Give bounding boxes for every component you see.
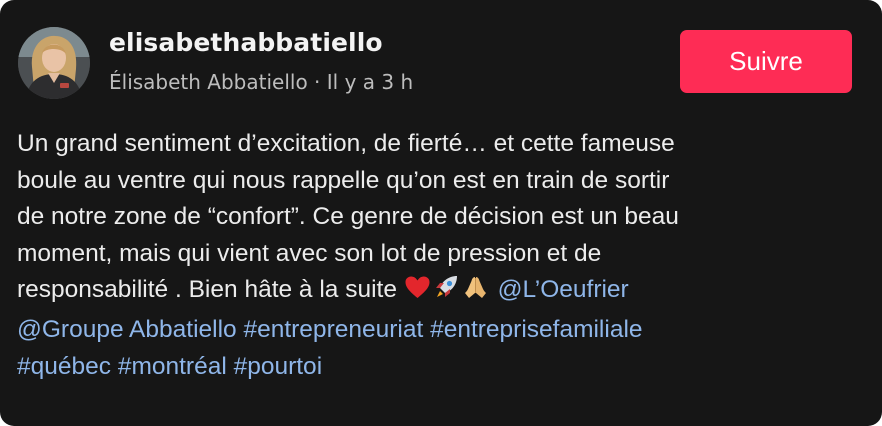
hashtag-link[interactable]: #pourtoi bbox=[234, 353, 323, 380]
folded-hands-emoji bbox=[462, 273, 489, 312]
hashtag-link[interactable]: #québec bbox=[17, 353, 111, 380]
hashtag-link[interactable]: #entreprisefamiliale bbox=[430, 316, 642, 343]
caption-text: responsabilité . Bien hâte à la suite bbox=[17, 276, 404, 304]
username[interactable]: elisabethabbatiello bbox=[109, 28, 383, 57]
heart-emoji bbox=[404, 275, 431, 312]
hashtag-link[interactable]: #entrepreneuriat bbox=[243, 316, 423, 343]
post-time: Il y a 3 h bbox=[326, 70, 414, 94]
rocket-emoji bbox=[433, 273, 460, 312]
mention-link[interactable]: @L’Oeufrier bbox=[498, 276, 629, 303]
post-meta: Élisabeth Abbatiello · Il y a 3 h bbox=[109, 70, 413, 94]
caption-line: #québec #montréal #pourtoi bbox=[17, 349, 867, 386]
profile-photo bbox=[18, 27, 90, 99]
hashtag-link[interactable]: #montréal bbox=[118, 353, 227, 380]
post-caption: Un grand sentiment d’excitation, de fier… bbox=[17, 126, 867, 385]
mention-link[interactable]: @Groupe Abbatiello bbox=[17, 316, 237, 343]
meta-separator: · bbox=[307, 70, 327, 94]
caption-line: Un grand sentiment d’excitation, de fier… bbox=[17, 130, 675, 157]
caption-line: de notre zone de “confort”. Ce genre de … bbox=[17, 203, 679, 231]
display-name[interactable]: Élisabeth Abbatiello bbox=[109, 70, 308, 94]
caption-line: moment, mais qui vient avec son lot de p… bbox=[17, 239, 602, 267]
avatar[interactable] bbox=[18, 27, 90, 99]
post-card: elisabethabbatiello Élisabeth Abbatiello… bbox=[0, 0, 882, 426]
caption-line: boule au ventre qui nous rappelle qu’on … bbox=[17, 166, 670, 194]
caption-line: @Groupe Abbatiello #entrepreneuriat #ent… bbox=[17, 312, 867, 349]
follow-button[interactable]: Suivre bbox=[680, 30, 852, 93]
caption-line: responsabilité . Bien hâte à la suite @L… bbox=[17, 272, 867, 312]
